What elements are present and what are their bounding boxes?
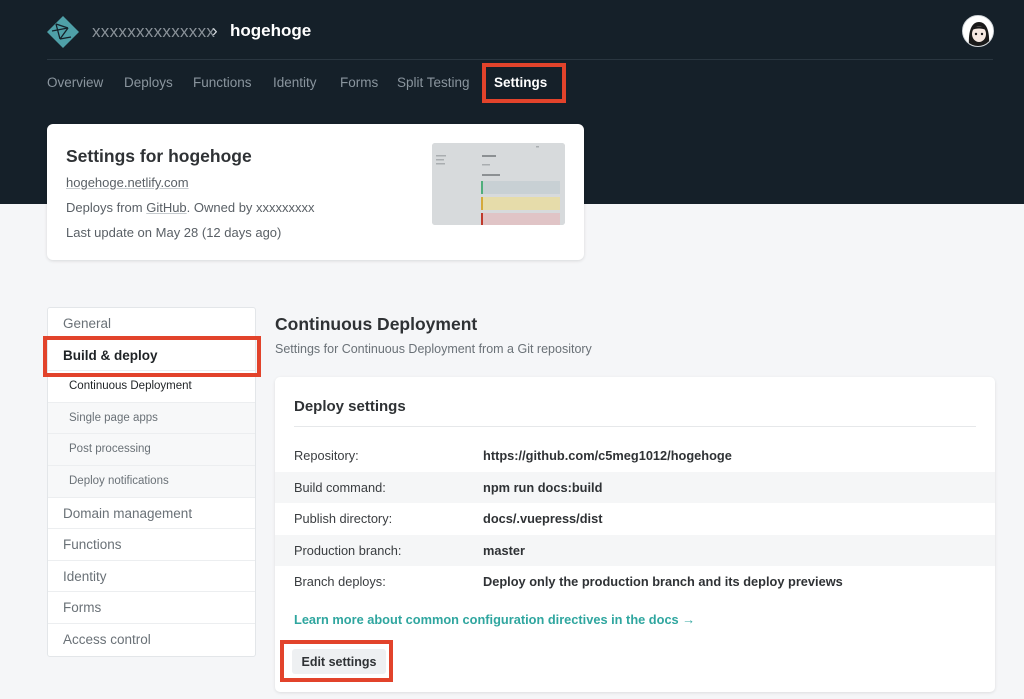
team-breadcrumb[interactable]: xxxxxxxxxxxxxx (92, 22, 215, 42)
sidebar-item-functions[interactable]: Functions (48, 529, 255, 561)
sidebar-sub-continuous-deployment[interactable]: Continuous Deployment (48, 371, 255, 403)
setting-value: https://github.com/c5meg1012/hogehoge (483, 448, 732, 463)
sidebar-sub-deploy-notifications[interactable]: Deploy notifications (48, 465, 255, 498)
sidebar-sub-single-page-apps[interactable]: Single page apps (48, 402, 255, 435)
setting-row-publish-directory: Publish directory: docs/.vuepress/dist (275, 503, 995, 535)
user-avatar-icon[interactable] (962, 15, 994, 47)
sidebar-item-identity[interactable]: Identity (48, 561, 255, 593)
tab-functions[interactable]: Functions (193, 75, 252, 90)
setting-label: Production branch: (294, 542, 402, 558)
site-settings-title: Settings for hogehoge (66, 146, 252, 166)
card-divider (294, 426, 976, 427)
site-deploy-source: Deploys from GitHub. Owned by xxxxxxxxx (66, 200, 315, 215)
github-link[interactable]: GitHub (146, 200, 186, 215)
deploys-prefix: Deploys from (66, 200, 147, 215)
last-update-text: Last update on May 28 (12 days ago) (66, 225, 282, 240)
tab-overview[interactable]: Overview (47, 75, 103, 90)
deploy-settings-card: Deploy settings Repository: https://gith… (275, 377, 995, 692)
setting-label: Publish directory: (294, 511, 393, 527)
setting-row-production-branch: Production branch: master (275, 534, 995, 567)
site-breadcrumb[interactable]: hogehoge (230, 21, 311, 41)
tab-split-testing[interactable]: Split Testing (397, 75, 470, 90)
edit-settings-button[interactable]: Edit settings (292, 649, 386, 674)
deploy-settings-title: Deploy settings (294, 398, 406, 415)
sidebar-item-forms[interactable]: Forms (48, 592, 255, 624)
setting-row-build-command: Build command: npm run docs:build (275, 471, 995, 504)
header-divider (47, 59, 993, 60)
site-url-link[interactable]: hogehoge.netlify.com (66, 175, 189, 190)
setting-label: Branch deploys: (294, 574, 386, 590)
tab-forms[interactable]: Forms (340, 75, 378, 90)
setting-row-branch-deploys: Branch deploys: Deploy only the producti… (275, 566, 995, 598)
sidebar-item-build-deploy[interactable]: Build & deploy (48, 340, 255, 372)
section-description: Settings for Continuous Deployment from … (275, 342, 592, 356)
breadcrumb-separator: › (212, 21, 218, 40)
learn-more-docs-link[interactable]: Learn more about common configuration di… (294, 612, 695, 627)
site-summary-card: Settings for hogehoge hogehoge.netlify.c… (47, 124, 584, 260)
setting-label: Build command: (294, 479, 386, 495)
sidebar-item-domain-management[interactable]: Domain management (48, 498, 255, 530)
tab-identity[interactable]: Identity (273, 75, 317, 90)
settings-sidebar: General Build & deploy Continuous Deploy… (47, 307, 256, 657)
setting-value: master (483, 542, 525, 558)
netlify-logo-icon[interactable] (46, 15, 80, 49)
section-title: Continuous Deployment (275, 314, 478, 334)
setting-value: Deploy only the production branch and it… (483, 574, 843, 590)
setting-value: npm run docs:build (483, 479, 603, 495)
setting-label: Repository: (294, 448, 359, 463)
sidebar-sub-post-processing[interactable]: Post processing (48, 434, 255, 466)
setting-row-repository: Repository: https://github.com/c5meg1012… (275, 440, 995, 472)
settings-rows: Repository: https://github.com/c5meg1012… (275, 440, 995, 598)
sidebar-item-access-control[interactable]: Access control (48, 624, 255, 656)
site-screenshot-thumbnail[interactable] (432, 143, 565, 225)
setting-value: docs/.vuepress/dist (483, 511, 603, 527)
tab-settings[interactable]: Settings (494, 75, 547, 90)
sidebar-item-general[interactable]: General (48, 308, 255, 340)
owner-text: . Owned by xxxxxxxxx (186, 200, 315, 215)
tab-deploys[interactable]: Deploys (124, 75, 173, 90)
